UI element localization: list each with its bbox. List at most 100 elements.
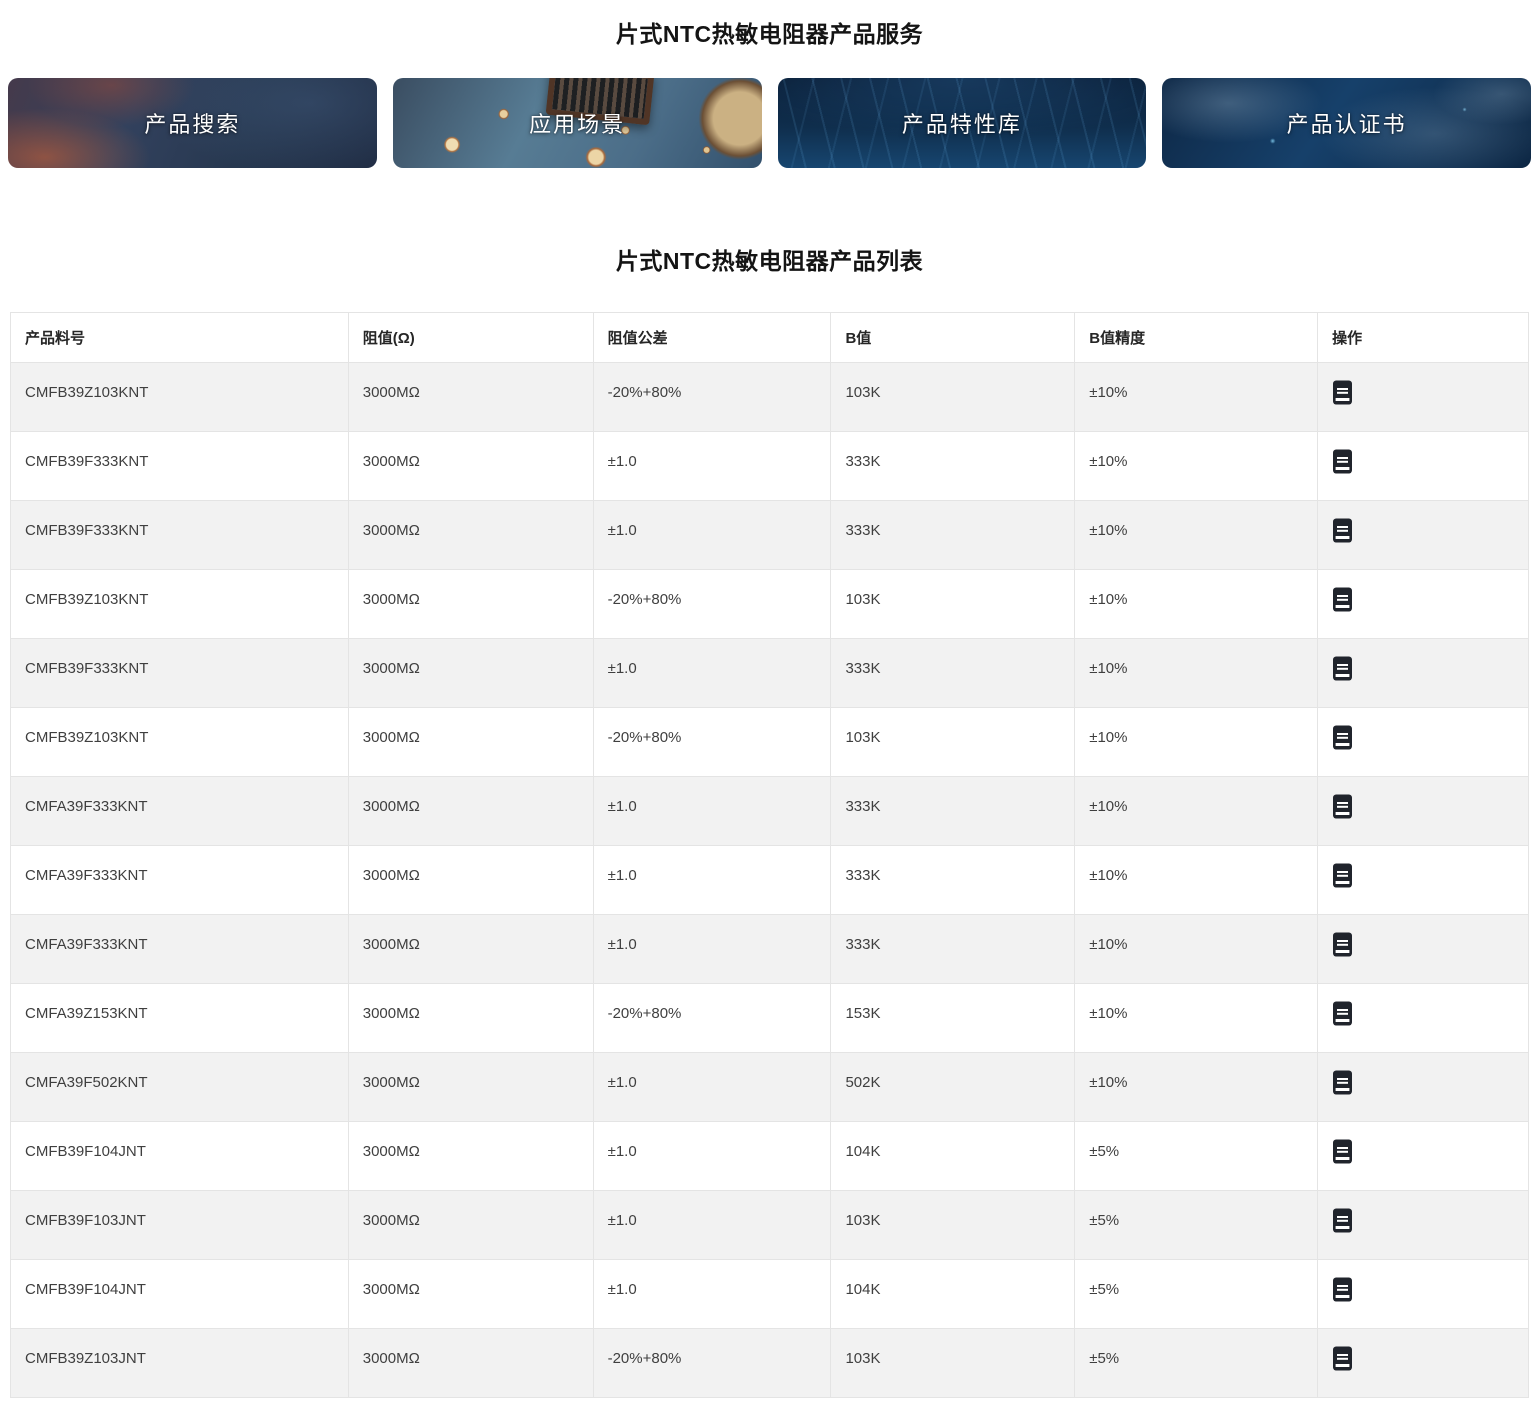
cell-b-value: 153K — [830, 983, 1076, 1053]
table-row: CMFB39F333KNT 3000MΩ ±1.0 333K ±10% — [10, 500, 1529, 570]
banner-app-scenarios[interactable]: 应用场景 — [392, 78, 762, 168]
document-icon — [1333, 518, 1353, 542]
cell-resistance: 3000MΩ — [347, 1328, 594, 1398]
cell-b-value: 103K — [830, 362, 1076, 432]
cell-tolerance: -20%+80% — [592, 983, 832, 1053]
cell-tolerance: ±1.0 — [592, 914, 832, 984]
cell-b-precision: ±10% — [1074, 983, 1319, 1053]
table-row: CMFA39F502KNT 3000MΩ ±1.0 502K ±10% — [10, 1052, 1529, 1122]
document-icon — [1333, 587, 1353, 611]
cell-part-number: CMFB39F104JNT — [10, 1259, 349, 1329]
document-icon — [1333, 1001, 1353, 1025]
view-datasheet-button[interactable] — [1332, 379, 1353, 406]
cell-tolerance: ±1.0 — [592, 1190, 832, 1260]
view-datasheet-button[interactable] — [1332, 793, 1353, 820]
banner-app-scenarios-label: 应用场景 — [529, 112, 626, 137]
document-icon — [1333, 794, 1353, 818]
table-row: CMFB39Z103KNT 3000MΩ -20%+80% 103K ±10% — [10, 569, 1529, 639]
cell-part-number: CMFB39F333KNT — [10, 431, 349, 501]
cell-b-value: 103K — [830, 569, 1076, 639]
cell-tolerance: -20%+80% — [592, 1328, 832, 1398]
cell-b-value: 333K — [830, 776, 1076, 846]
cell-b-precision: ±10% — [1074, 569, 1319, 639]
product-table-body: CMFB39Z103KNT 3000MΩ -20%+80% 103K ±10% … — [10, 362, 1529, 1398]
cell-part-number: CMFB39Z103KNT — [10, 569, 349, 639]
cell-b-precision: ±10% — [1074, 500, 1319, 570]
banner-certificates[interactable]: 产品认证书 — [1162, 78, 1531, 168]
table-row: CMFB39Z103KNT 3000MΩ -20%+80% 103K ±10% — [10, 362, 1529, 432]
banner-feature-library[interactable]: 产品特性库 — [777, 78, 1147, 168]
cell-part-number: CMFB39F333KNT — [10, 500, 349, 570]
table-row: CMFB39F333KNT 3000MΩ ±1.0 333K ±10% — [10, 638, 1529, 708]
cell-part-number: CMFA39F333KNT — [10, 914, 349, 984]
view-datasheet-button[interactable] — [1332, 517, 1353, 544]
cell-part-number: CMFA39F502KNT — [10, 1052, 349, 1122]
cell-b-precision: ±5% — [1074, 1259, 1319, 1329]
view-datasheet-button[interactable] — [1332, 1276, 1353, 1303]
col-header-tolerance: 阻值公差 — [592, 312, 832, 363]
cell-resistance: 3000MΩ — [347, 1121, 594, 1191]
cell-actions — [1317, 1190, 1529, 1260]
cell-b-precision: ±10% — [1074, 707, 1319, 777]
view-datasheet-button[interactable] — [1332, 1069, 1353, 1096]
cell-actions — [1317, 500, 1529, 570]
document-icon — [1333, 725, 1353, 749]
banner-row: 产品搜索 应用场景 产品特性库 产品认证书 — [0, 78, 1539, 168]
col-header-b-precision: B值精度 — [1074, 312, 1319, 363]
cell-part-number: CMFB39F103JNT — [10, 1190, 349, 1260]
document-icon — [1333, 932, 1353, 956]
cell-part-number: CMFB39F333KNT — [10, 638, 349, 708]
cell-b-precision: ±5% — [1074, 1190, 1319, 1260]
view-datasheet-button[interactable] — [1332, 1345, 1353, 1372]
view-datasheet-button[interactable] — [1332, 724, 1353, 751]
cell-b-value: 333K — [830, 845, 1076, 915]
cell-resistance: 3000MΩ — [347, 500, 594, 570]
cell-resistance: 3000MΩ — [347, 638, 594, 708]
cell-tolerance: ±1.0 — [592, 776, 832, 846]
product-table-container: 产品料号 阻值(Ω) 阻值公差 B值 B值精度 操作 CMFB39Z103KNT… — [10, 312, 1529, 1398]
col-header-part-number: 产品料号 — [10, 312, 349, 363]
cell-actions — [1317, 914, 1529, 984]
table-row: CMFA39F333KNT 3000MΩ ±1.0 333K ±10% — [10, 776, 1529, 846]
banner-certificates-label: 产品认证书 — [1286, 112, 1407, 137]
page-title: 片式NTC热敏电阻器产品服务 — [615, 21, 924, 47]
view-datasheet-button[interactable] — [1332, 931, 1353, 958]
cell-part-number: CMFB39F104JNT — [10, 1121, 349, 1191]
table-row: CMFB39F104JNT 3000MΩ ±1.0 104K ±5% — [10, 1121, 1529, 1191]
cell-b-value: 103K — [830, 1328, 1076, 1398]
cell-b-precision: ±10% — [1074, 914, 1319, 984]
view-datasheet-button[interactable] — [1332, 862, 1353, 889]
view-datasheet-button[interactable] — [1332, 1207, 1353, 1234]
cell-resistance: 3000MΩ — [347, 776, 594, 846]
view-datasheet-button[interactable] — [1332, 448, 1353, 475]
banner-product-search[interactable]: 产品搜索 — [8, 78, 377, 168]
cell-b-precision: ±10% — [1074, 845, 1319, 915]
cell-b-precision: ±10% — [1074, 638, 1319, 708]
cell-resistance: 3000MΩ — [347, 707, 594, 777]
cell-tolerance: ±1.0 — [592, 638, 832, 708]
view-datasheet-button[interactable] — [1332, 586, 1353, 613]
view-datasheet-button[interactable] — [1332, 655, 1353, 682]
cell-tolerance: ±1.0 — [592, 845, 832, 915]
cell-resistance: 3000MΩ — [347, 1259, 594, 1329]
view-datasheet-button[interactable] — [1332, 1000, 1353, 1027]
col-header-b-value: B值 — [830, 312, 1076, 363]
cell-b-value: 104K — [830, 1259, 1076, 1329]
cell-part-number: CMFA39F333KNT — [10, 845, 349, 915]
cell-resistance: 3000MΩ — [347, 1052, 594, 1122]
document-icon — [1333, 449, 1353, 473]
cell-b-precision: ±10% — [1074, 1052, 1319, 1122]
table-row: CMFA39F333KNT 3000MΩ ±1.0 333K ±10% — [10, 914, 1529, 984]
cell-part-number: CMFB39Z103KNT — [10, 707, 349, 777]
document-icon — [1333, 1277, 1353, 1301]
document-icon — [1333, 380, 1353, 404]
cell-b-value: 502K — [830, 1052, 1076, 1122]
cell-tolerance: ±1.0 — [592, 1259, 832, 1329]
cell-b-precision: ±5% — [1074, 1121, 1319, 1191]
cell-resistance: 3000MΩ — [347, 362, 594, 432]
cell-actions — [1317, 638, 1529, 708]
cell-part-number: CMFA39F333KNT — [10, 776, 349, 846]
view-datasheet-button[interactable] — [1332, 1138, 1353, 1165]
cell-b-precision: ±10% — [1074, 776, 1319, 846]
cell-actions — [1317, 776, 1529, 846]
